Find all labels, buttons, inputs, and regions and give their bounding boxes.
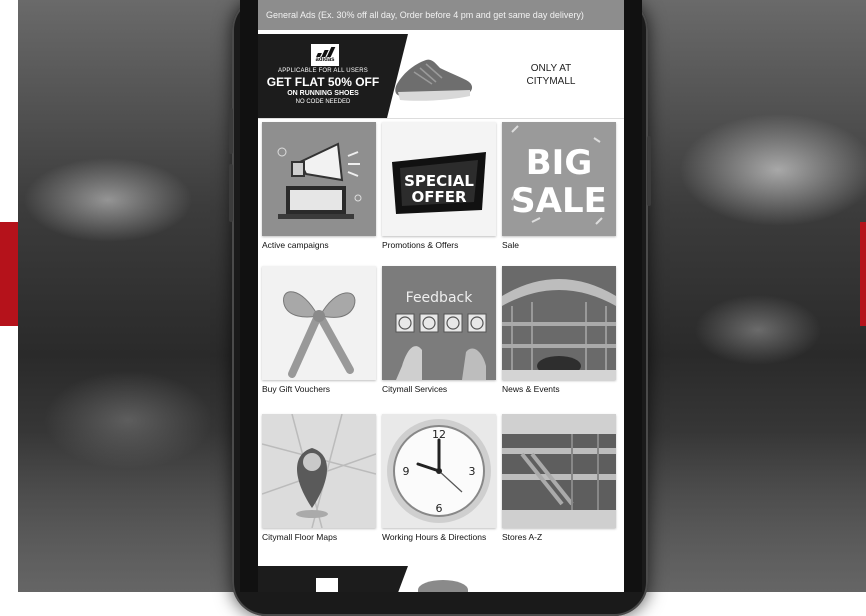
tile-stores-a-z[interactable]: Stores A-Z xyxy=(502,414,616,543)
phone-screen: General Ads (Ex. 30% off all day, Order … xyxy=(258,0,624,592)
svg-text:BIG: BIG xyxy=(526,143,592,183)
megaphone-laptop-icon xyxy=(262,122,376,236)
tile-working-hours-directions[interactable]: 12 3 6 9 Working Hours & Directions xyxy=(382,414,496,543)
banner-dark-panel xyxy=(258,566,408,592)
wall-clock-icon: 12 3 6 9 xyxy=(382,414,496,528)
banner-only-at-text: ONLY AT CITYMALL xyxy=(526,63,576,87)
general-ads-strip[interactable]: General Ads (Ex. 30% off all day, Order … xyxy=(258,0,624,30)
red-accent-left xyxy=(0,222,18,326)
tile-active-campaigns[interactable]: Active campaigns xyxy=(262,122,376,251)
svg-text:6: 6 xyxy=(436,502,443,515)
tile-promotions-offers[interactable]: SPECIAL OFFER Promotions & Offers xyxy=(382,122,496,251)
svg-text:3: 3 xyxy=(469,465,476,478)
phone-bezel-right xyxy=(624,0,642,592)
power-button xyxy=(647,136,651,206)
tile-buy-gift-vouchers[interactable]: Buy Gift Vouchers xyxy=(262,266,376,395)
adidas-promo-banner-repeat[interactable] xyxy=(258,566,624,592)
banner-eligibility-text: APPLICABLE FOR ALL USERS xyxy=(278,68,368,74)
special-offer-icon: SPECIAL OFFER xyxy=(382,122,496,236)
volume-down-button xyxy=(229,164,233,222)
mall-stores-icon xyxy=(502,414,616,528)
tile-news-events[interactable]: News & Events xyxy=(502,266,616,395)
red-accent-right xyxy=(860,222,866,326)
svg-text:SALE: SALE xyxy=(511,181,607,221)
banner-code-text: NO CODE NEEDED xyxy=(295,99,351,105)
banner-dark-panel: adidas APPLICABLE FOR ALL USERS GET FLAT… xyxy=(258,34,408,118)
running-shoe-icon xyxy=(418,580,468,592)
adidas-logo-icon xyxy=(316,578,338,592)
mall-atrium-icon xyxy=(502,266,616,380)
map-pin-icon xyxy=(262,414,376,528)
phone-bezel-left xyxy=(240,0,258,592)
running-shoe-icon xyxy=(395,59,473,101)
svg-text:9: 9 xyxy=(403,465,410,478)
tile-citymall-floor-maps[interactable]: Citymall Floor Maps xyxy=(262,414,376,543)
adidas-promo-banner[interactable]: adidas APPLICABLE FOR ALL USERS GET FLAT… xyxy=(258,34,624,119)
banner-product-text: ON RUNNING SHOES xyxy=(287,90,359,97)
tile-citymall-services[interactable]: Feedback Citymall Services xyxy=(382,266,496,395)
tile-sale[interactable]: BIG SALE Sale xyxy=(502,122,616,251)
banner-headline: GET FLAT 50% OFF xyxy=(266,75,380,89)
svg-text:Feedback: Feedback xyxy=(406,290,474,306)
feedback-faces-icon: Feedback xyxy=(382,266,496,380)
volume-up-button xyxy=(229,108,233,154)
adidas-logo-icon: adidas xyxy=(311,44,339,66)
svg-text:OFFER: OFFER xyxy=(411,188,466,206)
ribbon-bow-icon xyxy=(262,266,376,380)
big-sale-icon: BIG SALE xyxy=(502,122,616,236)
